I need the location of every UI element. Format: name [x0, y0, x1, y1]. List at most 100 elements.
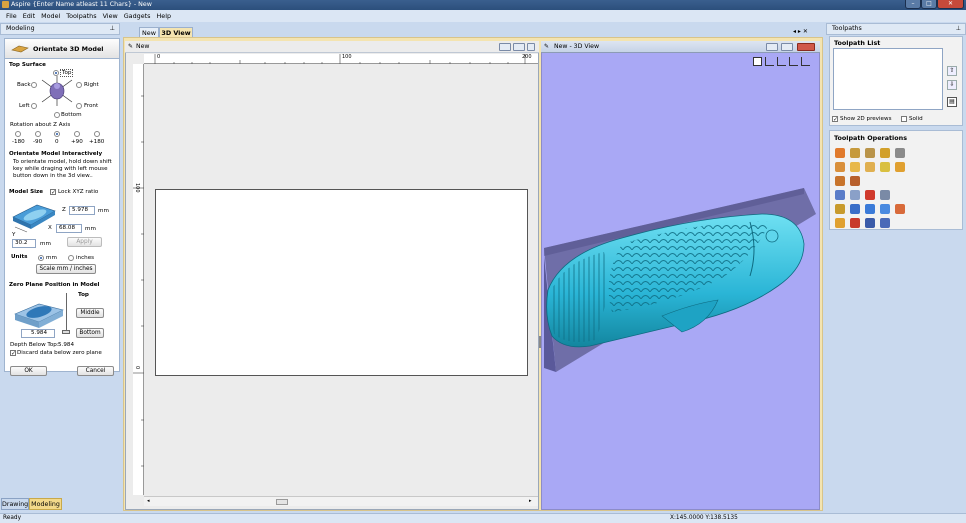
tab-nav-arrows[interactable]: ◂ ▸ ✕ [793, 28, 808, 35]
scrollbar-thumb[interactable] [276, 499, 288, 505]
radio-rot-90[interactable] [74, 131, 80, 137]
radio-front[interactable] [76, 103, 82, 109]
maximize-button[interactable]: □ [921, 0, 937, 9]
radio-rot-180[interactable] [94, 131, 100, 137]
view-3d[interactable] [541, 41, 820, 510]
quick-engrave-icon[interactable] [835, 162, 845, 172]
zero-plane-slider-handle[interactable] [62, 330, 70, 334]
preview-toolpath-icon[interactable] [850, 204, 860, 214]
scale-units-button[interactable]: Scale mm / inches [36, 264, 96, 274]
pin-icon[interactable]: ⊥ [110, 25, 116, 32]
z-size-input[interactable]: 5.978 [69, 206, 95, 215]
finishing-toolpath-icon[interactable] [850, 176, 860, 186]
view-3d-restore-button[interactable] [781, 43, 793, 51]
right-panel-header: Toolpaths ⊥ [826, 23, 966, 35]
cancel-button[interactable]: Cancel [77, 366, 114, 376]
delete-toolpath-icon[interactable] [865, 190, 875, 200]
moulding-toolpath-icon[interactable] [895, 162, 905, 172]
ok-button[interactable]: OK [10, 366, 47, 376]
horizontal-scrollbar[interactable]: ◂ ▸ [144, 496, 538, 506]
y-size-input[interactable]: 30.2 [12, 239, 36, 248]
pocket-toolpath-icon[interactable] [850, 148, 860, 158]
view-iso-icon[interactable] [765, 57, 774, 66]
radio-rot-neg180[interactable] [15, 131, 21, 137]
menu-gadgets[interactable]: Gadgets [121, 10, 154, 22]
zero-plane-slider-track[interactable] [66, 293, 67, 330]
radio-right[interactable] [76, 82, 82, 88]
radio-bottom[interactable] [54, 112, 60, 118]
view-fit-icon[interactable] [753, 57, 762, 66]
radio-rot-0[interactable] [54, 131, 60, 137]
view-top-icon[interactable] [777, 57, 786, 66]
fluting-toolpath-icon[interactable] [850, 162, 860, 172]
material-sheet[interactable] [155, 189, 528, 376]
time-estimate-icon[interactable] [850, 218, 860, 228]
reset-preview-icon[interactable] [880, 204, 890, 214]
menu-model[interactable]: Model [38, 10, 63, 22]
model-size-label: Model Size [9, 189, 44, 195]
menu-file[interactable]: File [0, 10, 20, 22]
duplicate-toolpath-icon[interactable] [850, 190, 860, 200]
tool-database-icon[interactable] [835, 204, 845, 214]
lock-ratio-checkbox[interactable]: ✓ [50, 189, 56, 196]
app-icon [2, 1, 9, 8]
drilling-toolpath-icon[interactable] [865, 148, 875, 158]
material-setup-icon[interactable] [835, 218, 845, 228]
rot-90-label: +90 [71, 139, 83, 145]
left-panel-header: Modeling ⊥ [0, 23, 120, 35]
toolpath-list[interactable] [833, 48, 943, 110]
radio-bottom-label: Bottom [61, 112, 82, 118]
solid-checkbox[interactable] [901, 116, 907, 122]
radio-back[interactable] [31, 82, 37, 88]
solid-label: Solid [909, 116, 923, 122]
view-2d-restore-button[interactable] [513, 43, 525, 51]
radio-rot-neg90[interactable] [35, 131, 41, 137]
scroll-right-icon[interactable]: ▸ [529, 498, 532, 504]
tab-drawing[interactable]: Drawing [1, 498, 29, 510]
save-toolpath-icon[interactable] [865, 218, 875, 228]
menu-view[interactable]: View [100, 10, 121, 22]
merge-toolpaths-icon[interactable] [895, 204, 905, 214]
toolpath-summary-icon[interactable]: ▤ [947, 97, 957, 107]
tab-modeling[interactable]: Modeling [29, 498, 62, 510]
menu-help[interactable]: Help [153, 10, 174, 22]
zero-plane-value-input[interactable]: 5.984 [21, 329, 55, 338]
zero-plane-bottom-button[interactable]: Bottom [76, 328, 104, 338]
zero-plane-middle-button[interactable]: Middle [76, 308, 104, 318]
move-down-icon[interactable]: ⇩ [947, 80, 957, 90]
left-panel-tabs: Drawing Modeling [0, 498, 120, 511]
roughing-toolpath-icon[interactable] [835, 176, 845, 186]
x-size-input[interactable]: 68.08 [56, 224, 82, 233]
units-label: Units [11, 254, 28, 260]
texture-toolpath-icon[interactable] [880, 162, 890, 172]
toolpath-templates-icon[interactable] [880, 190, 890, 200]
right-panel-title: Toolpaths [832, 25, 862, 32]
minimize-button[interactable]: – [905, 0, 921, 9]
toolpath-settings-icon[interactable] [880, 218, 890, 228]
vcarve-toolpath-icon[interactable] [880, 148, 890, 158]
edit-toolpath-icon[interactable] [835, 190, 845, 200]
move-up-icon[interactable]: ⇧ [947, 66, 957, 76]
inlay-toolpath-icon[interactable] [865, 162, 875, 172]
view-side-icon[interactable] [801, 57, 810, 66]
menu-edit[interactable]: Edit [20, 10, 38, 22]
view-2d-close-button[interactable] [527, 43, 535, 51]
view-3d-close-button[interactable] [797, 43, 815, 51]
apply-button[interactable]: Apply [67, 237, 102, 247]
y-unit-label: mm [40, 241, 51, 247]
show-2d-checkbox[interactable]: ✓ [832, 116, 838, 123]
radio-units-inches[interactable] [68, 255, 74, 261]
radio-left[interactable] [31, 103, 37, 109]
view-2d-minimize-button[interactable] [499, 43, 511, 51]
scroll-left-icon[interactable]: ◂ [147, 498, 150, 504]
prism-toolpath-icon[interactable] [895, 148, 905, 158]
menu-toolpaths[interactable]: Toolpaths [63, 10, 99, 22]
right-pin-icon[interactable]: ⊥ [956, 25, 961, 32]
profile-toolpath-icon[interactable] [835, 148, 845, 158]
discard-data-checkbox[interactable]: ✓ [10, 350, 16, 357]
view-front-icon[interactable] [789, 57, 798, 66]
view-3d-minimize-button[interactable] [766, 43, 778, 51]
close-button[interactable]: ✕ [937, 0, 964, 9]
radio-units-mm[interactable] [38, 255, 44, 261]
preview-all-icon[interactable] [865, 204, 875, 214]
